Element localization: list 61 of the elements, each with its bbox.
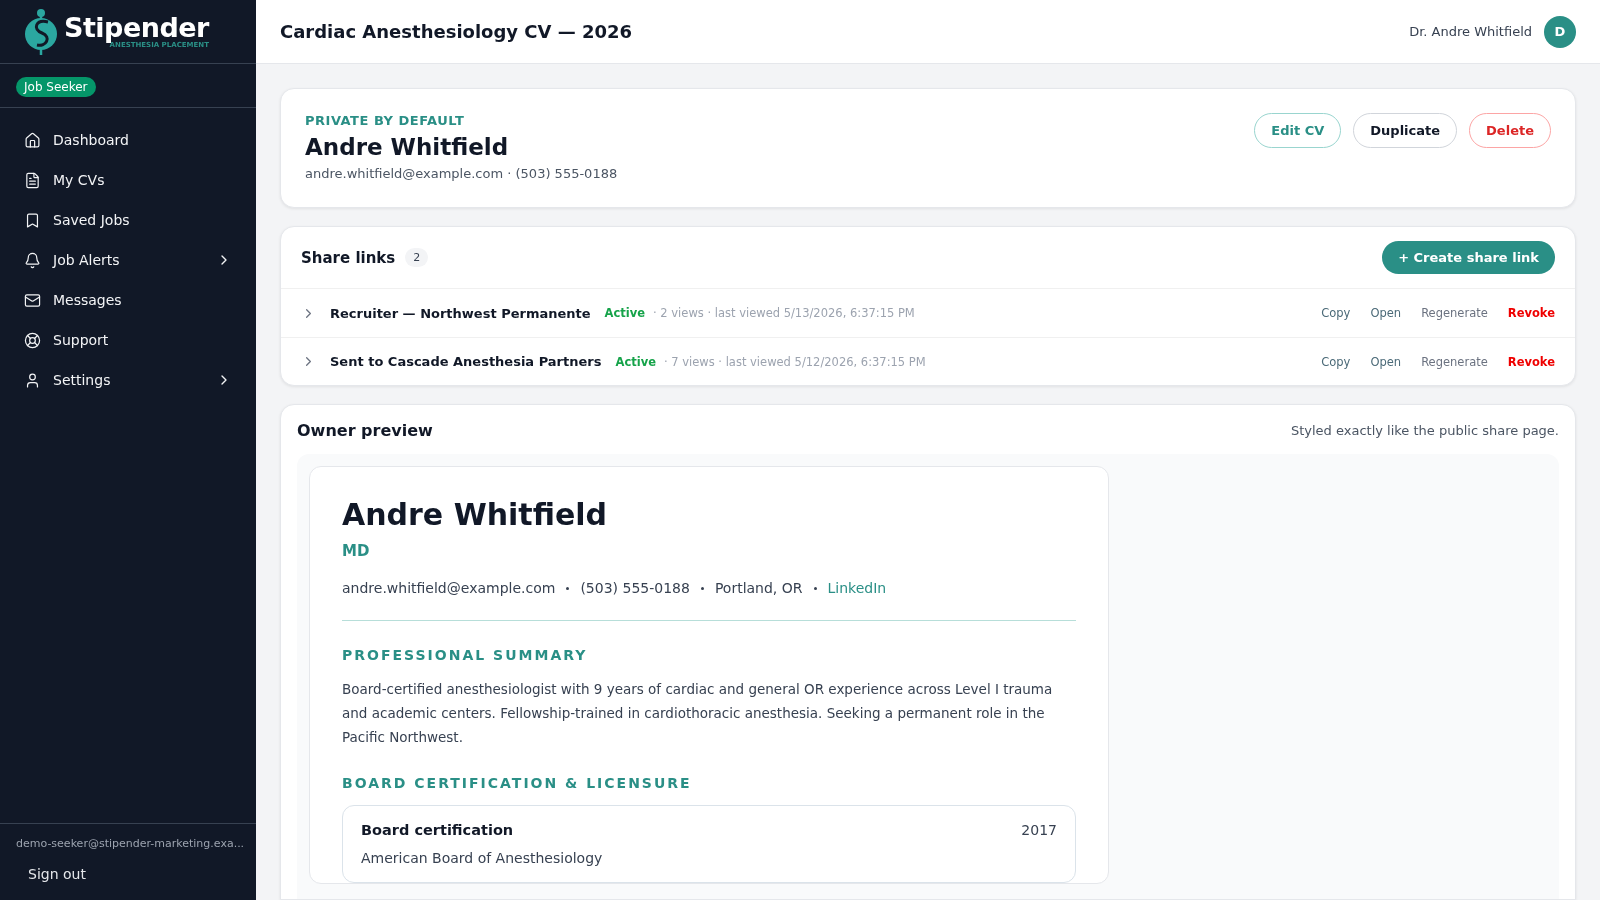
entry-subtitle: American Board of Anesthesiology	[361, 850, 604, 866]
separator-dot	[813, 586, 817, 590]
action-link[interactable]: Copy	[1321, 354, 1351, 369]
mail-icon	[24, 291, 41, 309]
account-email: demo-seeker@stipender-marketing.exa...	[16, 836, 245, 852]
summary-paragraph: Board-certified anesthesiologist with 9 years of cardiac and general OR experience across Level I trauma and academic centers. Fellowship-trained in cardiothoracic anesthesia. Seeking a permanent role in the Pacific Northwest.	[342, 680, 1054, 747]
share-link-name: Recruiter — Northwest Permanente	[330, 305, 591, 321]
action-link[interactable]: Open	[1370, 354, 1402, 369]
user-avatar[interactable]: D	[1544, 15, 1576, 48]
user-icon	[24, 371, 41, 389]
contact-item: andre.whitfield@example.com	[342, 580, 556, 596]
action-link[interactable]: Regenerate	[1421, 306, 1488, 320]
status-label: Active	[615, 354, 656, 369]
bookmark-icon	[24, 211, 41, 229]
section-heading: PROFESSIONAL SUMMARY	[342, 647, 589, 663]
contact-item: (503) 555-0188	[580, 580, 690, 596]
bell-icon	[24, 251, 41, 269]
user-name: Dr. Andre Whitfield	[1409, 24, 1532, 39]
credential: MD	[342, 542, 371, 560]
home-icon	[24, 131, 41, 149]
cv-name: Andre Whitfield	[342, 497, 609, 532]
action-link[interactable]: Open	[1370, 306, 1402, 320]
separator-dot	[566, 586, 570, 590]
visibility-label: PRIVATE BY DEFAULT	[305, 113, 466, 128]
entry-year: 2017	[1021, 822, 1057, 838]
separator-dot	[700, 586, 704, 590]
link-stats: · 2 views · last viewed 5/13/2026, 6:37:15 PM	[653, 306, 915, 320]
link-stats: · 7 views · last viewed 5/12/2026, 6:37:15 PM	[663, 354, 926, 369]
status-label: Active	[604, 306, 646, 320]
sidebar-item[interactable]: Saved Jobs	[12, 200, 244, 240]
count-badge: 2	[405, 248, 429, 267]
sidebar-item[interactable]: Settings	[12, 360, 244, 400]
sidebar-item[interactable]: My CVs	[12, 160, 244, 200]
share-link-name: Sent to Cascade Anesthesia Partners	[330, 354, 602, 369]
sidebar-item[interactable]: Job Alerts	[12, 240, 244, 280]
sidebar-item[interactable]: Dashboard	[12, 120, 244, 160]
action-button[interactable]: Duplicate	[1353, 113, 1458, 148]
delete-button[interactable]: Delete	[1469, 113, 1551, 148]
profile-link[interactable]: LinkedIn	[827, 580, 887, 596]
brand-name: Stipender	[64, 13, 209, 41]
contact-line: andre.whitfield@example.com · (503) 555-0188	[305, 166, 618, 181]
section-heading: BOARD CERTIFICATION & LICENSURE	[342, 775, 693, 791]
revoke-link[interactable]: Revoke	[1507, 306, 1555, 320]
lifebuoy-icon	[24, 331, 41, 349]
preview-note: Styled exactly like the public share page.	[1290, 423, 1559, 438]
section-title: Share links	[301, 248, 396, 267]
page-title: Cardiac Anesthesiology CV — 2026	[280, 21, 634, 42]
document-icon	[24, 171, 41, 189]
sign-out-button[interactable]: Sign out	[16, 866, 240, 882]
cv-owner-name: Andre Whitfield	[305, 134, 510, 160]
revoke-link[interactable]: Revoke	[1507, 354, 1555, 369]
sidebar-item[interactable]: Support	[12, 320, 244, 360]
create-share-link-button[interactable]: + Create share link	[1382, 241, 1555, 274]
entry-title: Board certification	[361, 822, 514, 838]
role-badge: Job Seeker	[16, 77, 96, 97]
contact-item: Portland, OR	[714, 580, 803, 596]
sidebar-item[interactable]: Messages	[12, 280, 244, 320]
action-button[interactable]: Edit CV	[1254, 113, 1342, 148]
action-link[interactable]: Regenerate	[1421, 354, 1488, 369]
action-link[interactable]: Copy	[1321, 306, 1351, 320]
section-title: Owner preview	[297, 421, 433, 440]
